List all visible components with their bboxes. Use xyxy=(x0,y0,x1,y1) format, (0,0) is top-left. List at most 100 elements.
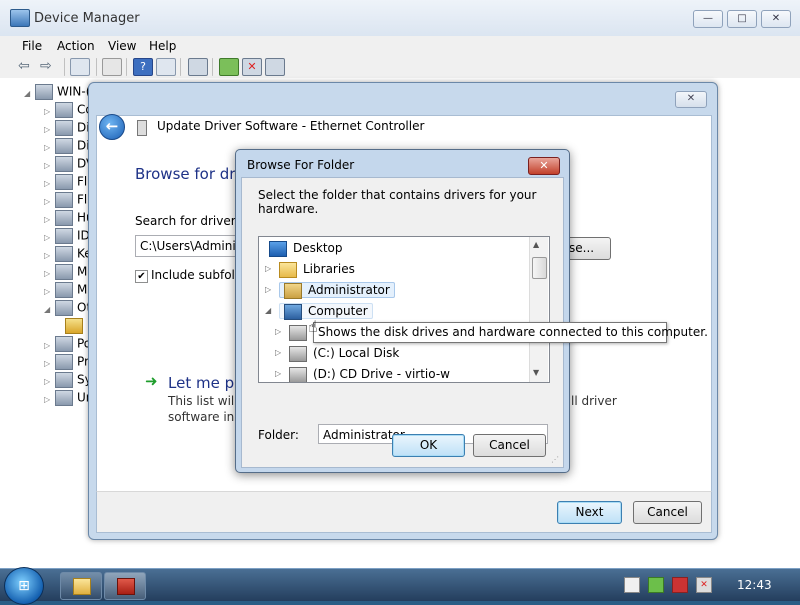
expand-arrow-icon[interactable]: ▷ xyxy=(44,251,52,260)
tree-item[interactable]: ▷ Hu xyxy=(44,210,94,226)
action-center-icon[interactable] xyxy=(624,577,640,593)
expand-arrow-icon[interactable]: ▷ xyxy=(44,341,52,350)
expand-arrow-icon[interactable]: ▷ xyxy=(44,215,52,224)
volume-muted-icon[interactable]: ✕ xyxy=(696,577,712,593)
disable-device-icon[interactable] xyxy=(265,58,285,76)
close-button[interactable]: ✕ xyxy=(761,10,791,28)
menu-help[interactable]: Help xyxy=(149,39,176,53)
network-icon[interactable] xyxy=(648,577,664,593)
expand-arrow-icon[interactable]: ▷ xyxy=(265,259,271,279)
folder-node-label: Administrator xyxy=(308,283,390,297)
folder-node-label: Computer xyxy=(308,304,368,318)
pick-description-right: ll driver xyxy=(571,394,617,408)
error-icon[interactable] xyxy=(672,577,688,593)
menu-view[interactable]: View xyxy=(108,39,136,53)
show-hide-console-tree-icon[interactable] xyxy=(70,58,90,76)
tree-scrollbar[interactable]: ▲ ▼ xyxy=(529,237,548,382)
expand-arrow-icon[interactable]: ▷ xyxy=(44,359,52,368)
expand-arrow-icon[interactable]: ▷ xyxy=(44,179,52,188)
tree-item[interactable]: ▷ DV xyxy=(44,156,94,172)
collapse-arrow-icon[interactable]: ◢ xyxy=(24,89,32,98)
scroll-thumb[interactable] xyxy=(532,257,547,279)
folder-node-local-disk[interactable]: ▷ (C:) Local Disk xyxy=(275,343,399,363)
tree-item-label: M xyxy=(77,264,88,279)
expand-arrow-icon[interactable]: ▷ xyxy=(44,287,52,296)
wizard-close-button[interactable]: ✕ xyxy=(675,91,707,108)
device-manager-icon xyxy=(117,578,135,595)
expand-arrow-icon[interactable]: ▷ xyxy=(265,280,271,300)
tree-item[interactable]: ▷ M xyxy=(44,282,87,298)
folder-node-libraries[interactable]: ▷ Libraries xyxy=(265,259,355,279)
properties-icon[interactable] xyxy=(102,58,122,76)
expand-arrow-icon[interactable]: ▷ xyxy=(275,364,281,382)
include-subfolders-checkbox[interactable]: ✔ xyxy=(135,270,148,283)
tree-item[interactable]: ▷ Un xyxy=(44,390,93,406)
expand-arrow-icon[interactable]: ▷ xyxy=(44,197,52,206)
menu-file[interactable]: File xyxy=(22,39,42,53)
help-icon[interactable]: ? xyxy=(133,58,153,76)
scroll-down-icon[interactable]: ▼ xyxy=(533,368,539,377)
tree-item[interactable] xyxy=(62,318,87,334)
folder-node-desktop[interactable]: Desktop xyxy=(269,238,343,258)
tree-item[interactable]: ▷ Po xyxy=(44,336,91,352)
view-icon[interactable] xyxy=(156,58,176,76)
tree-item[interactable]: ◢ Ot xyxy=(44,300,91,316)
taskbar-device-manager-button[interactable] xyxy=(104,572,146,600)
wizard-heading: Browse for driv xyxy=(135,165,249,183)
start-button[interactable]: ⊞ xyxy=(4,567,44,605)
expand-arrow-icon[interactable]: ▷ xyxy=(44,395,52,404)
tree-item[interactable]: ▷ Co xyxy=(44,102,93,118)
wizard-title: Update Driver Software - Ethernet Contro… xyxy=(157,119,425,133)
taskbar-explorer-button[interactable] xyxy=(60,572,102,600)
tree-item[interactable]: ▷ Fl xyxy=(44,174,87,190)
hand-cursor-icon: ☝ xyxy=(308,317,318,336)
taskbar-clock[interactable]: 12:43 xyxy=(737,578,772,592)
tree-item[interactable]: ▷ Pr xyxy=(44,354,89,370)
back-arrow-icon[interactable]: ⇦ xyxy=(18,58,36,74)
expand-arrow-icon[interactable]: ▷ xyxy=(44,143,52,152)
tree-item[interactable]: ▷ Ke xyxy=(44,246,92,262)
expand-arrow-icon[interactable]: ▷ xyxy=(44,107,52,116)
expand-arrow-icon[interactable]: ▷ xyxy=(44,125,52,134)
next-button[interactable]: Next xyxy=(557,501,622,524)
minimize-button[interactable]: — xyxy=(693,10,723,28)
dialog-cancel-button[interactable]: Cancel xyxy=(473,434,546,457)
expand-arrow-icon[interactable]: ▷ xyxy=(44,161,52,170)
folder-node-computer[interactable]: ◢ Computer xyxy=(265,301,373,321)
device-category-icon xyxy=(55,372,73,388)
expand-arrow-icon[interactable]: ▷ xyxy=(275,322,281,342)
folder-node-cd-drive[interactable]: ▷ (D:) CD Drive - virtio-w xyxy=(275,364,450,382)
scroll-up-icon[interactable]: ▲ xyxy=(533,240,539,249)
tree-item[interactable]: ▷ Sy xyxy=(44,372,92,388)
collapse-arrow-icon[interactable]: ◢ xyxy=(265,301,271,321)
folder-node-administrator[interactable]: ▷ Administrator xyxy=(265,280,395,300)
device-manager-titlebar[interactable]: Device Manager — □ ✕ xyxy=(0,0,800,37)
maximize-button[interactable]: □ xyxy=(727,10,757,28)
scan-hardware-icon[interactable] xyxy=(188,58,208,76)
folder-tree[interactable]: Desktop ▷ Libraries ▷ Administrator ◢ Compu… xyxy=(258,236,550,383)
update-driver-icon[interactable] xyxy=(219,58,239,76)
tree-item[interactable]: ▷ ID xyxy=(44,228,90,244)
device-category-icon xyxy=(55,336,73,352)
dialog-close-button[interactable]: ✕ xyxy=(528,157,560,175)
resize-grip-icon[interactable]: ⋰ xyxy=(551,455,559,464)
expand-arrow-icon[interactable]: ▷ xyxy=(44,269,52,278)
tree-root[interactable]: ◢ WIN-( xyxy=(24,84,90,100)
cancel-button[interactable]: Cancel xyxy=(633,501,702,524)
back-arrow-icon[interactable]: ← xyxy=(99,114,125,140)
folder-node-label: (D:) CD Drive - virtio-w xyxy=(313,367,450,381)
collapse-arrow-icon[interactable]: ◢ xyxy=(44,305,52,314)
tree-item[interactable]: ▷ Fl xyxy=(44,192,87,208)
uninstall-icon[interactable]: ✕ xyxy=(242,58,262,76)
ok-button[interactable]: OK xyxy=(392,434,465,457)
menu-action[interactable]: Action xyxy=(57,39,95,53)
tree-item[interactable]: ▷ Di xyxy=(44,138,90,154)
tree-item[interactable]: ▷ M xyxy=(44,264,87,280)
forward-arrow-icon[interactable]: ⇨ xyxy=(40,58,58,74)
warning-device-icon xyxy=(65,318,83,334)
expand-arrow-icon[interactable]: ▷ xyxy=(44,233,52,242)
expand-arrow-icon[interactable]: ▷ xyxy=(275,343,281,363)
expand-arrow-icon[interactable]: ▷ xyxy=(44,377,52,386)
tree-item[interactable]: ▷ Di xyxy=(44,120,90,136)
tree-item-label: M xyxy=(77,282,88,297)
